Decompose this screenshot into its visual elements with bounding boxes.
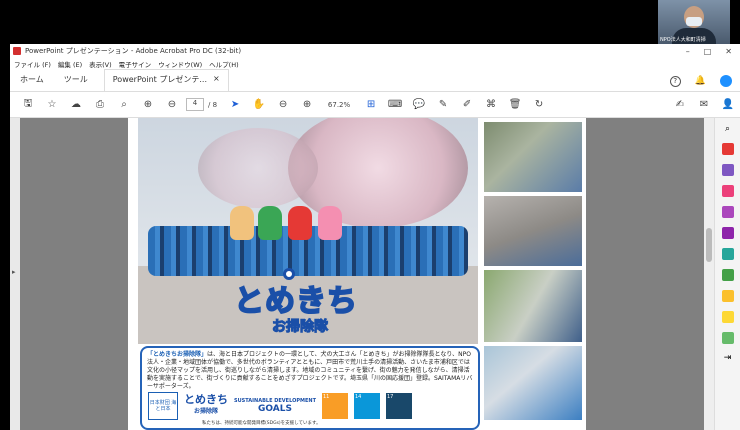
menu-esign[interactable]: 電子サイン	[119, 59, 152, 69]
zoom-out-icon[interactable]: ⊖	[271, 99, 295, 110]
bell-icon[interactable]: 🔔	[695, 76, 706, 86]
acrobat-icon	[13, 47, 21, 55]
video-thumbnail[interactable]: NPO法人大和町清掃	[658, 0, 730, 44]
fill-sign-icon[interactable]	[721, 227, 734, 239]
sdg-14-icon: 14	[353, 393, 380, 419]
tab-document[interactable]: PowerPoint プレゼンテ... ×	[103, 69, 229, 91]
sdgs-wordmark: SUSTAINABLE DEVELOPMENT GOALS	[234, 398, 316, 414]
expand-left-icon[interactable]: ▸	[12, 268, 16, 276]
minimize-icon[interactable]: –	[686, 47, 690, 56]
comment-tool-icon[interactable]	[721, 311, 734, 323]
page-up-icon[interactable]: ⊕	[136, 99, 160, 110]
stamp-icon[interactable]: ⌘	[479, 99, 503, 110]
page-number-input[interactable]: 4	[186, 98, 204, 111]
trash-icon[interactable]: 🗑	[503, 99, 527, 110]
zoom-search-icon[interactable]: ⌕	[112, 99, 136, 110]
mascot-4	[318, 206, 342, 240]
photo-cleanup-3	[484, 270, 582, 342]
bookmark-star-icon[interactable]: ☆	[40, 99, 64, 110]
side-photo-column	[484, 122, 582, 424]
save-icon[interactable]: 🖫	[16, 96, 40, 113]
collapse-pane-icon[interactable]: ⇥	[724, 353, 732, 363]
photo-cleanup-2	[484, 196, 582, 266]
create-pdf-icon[interactable]	[721, 143, 734, 155]
face-mask	[686, 17, 702, 26]
organize-pages-icon[interactable]	[721, 185, 734, 197]
window-title: PowerPoint プレゼンテーション - Adobe Acrobat Pro…	[25, 47, 242, 55]
main-group-photo: とめきち お掃除隊	[138, 118, 478, 344]
help-icon[interactable]: ?	[669, 75, 681, 87]
scrollbar-thumb[interactable]	[706, 228, 712, 262]
close-icon[interactable]: ✕	[725, 47, 732, 56]
project-info-box: 「とめきちお掃除隊」は、海と日本プロジェクトの一環として、犬の大工さん「とめきち…	[140, 346, 480, 430]
tomekichi-badge: とめきち お掃除隊	[184, 393, 228, 416]
edit-pdf-icon[interactable]	[721, 206, 734, 218]
toolbar: 🖫 ☆ ☁ ⎙ ⌕ ⊕ ⊖ 4 / 8 ➤ ✋ ⊖ ⊕ 67.2% ⊞ ⌨ 💬 …	[10, 92, 740, 118]
acrobat-window: PowerPoint プレゼンテーション - Adobe Acrobat Pro…	[10, 44, 740, 430]
sdg-11-icon: 11	[321, 393, 348, 419]
comment-icon[interactable]: 💬	[407, 99, 431, 110]
tools-pane: ⌕ ⇥	[714, 118, 740, 430]
maximize-icon[interactable]: □	[704, 47, 712, 56]
sponsor-badges: 日本財団 海と日本 とめきち お掃除隊 SUSTAINABLE DEVELOPM…	[148, 392, 412, 420]
protect-icon[interactable]	[721, 290, 734, 302]
export-pdf-icon[interactable]	[721, 248, 734, 260]
photo-cleanup-1	[484, 122, 582, 192]
select-cursor-icon[interactable]: ➤	[223, 99, 247, 110]
pdf-page: とめきち お掃除隊 「とめきちお掃除隊」は、海と日本プロジェクトの一環として、犬…	[128, 118, 586, 430]
vertical-scrollbar[interactable]	[704, 118, 714, 430]
sdg-17-icon: 17	[385, 393, 412, 419]
zoom-in-icon[interactable]: ⊕	[295, 99, 319, 110]
compress-icon[interactable]	[721, 269, 734, 281]
mail-icon[interactable]: ✉	[692, 99, 716, 110]
print-icon[interactable]: ⎙	[88, 99, 112, 110]
umi-to-nippon-badge: 日本財団 海と日本	[148, 392, 178, 420]
screen: NPO法人大和町清掃 PowerPoint プレゼンテーション - Adobe …	[0, 0, 740, 430]
sign-icon[interactable]: ✍	[668, 99, 692, 110]
highlight-icon[interactable]: ✐	[455, 99, 479, 110]
fit-page-icon[interactable]: ⊞	[359, 99, 383, 110]
document-area: ▸ とめきち お掃除隊 「とめきちお掃除隊」は、海と日本プロジェクトの一環として…	[10, 118, 740, 430]
menu-view[interactable]: 表示(V)	[89, 59, 112, 69]
participant-name: NPO法人大和町清掃	[660, 37, 706, 43]
tomekichi-logo: とめきち	[233, 283, 358, 320]
menu-help[interactable]: ヘルプ(H)	[209, 59, 238, 69]
tab-bar: ホーム ツール PowerPoint プレゼンテ... × ? 🔔	[10, 69, 740, 92]
share-user-icon[interactable]: 👤	[716, 99, 740, 110]
menu-edit[interactable]: 編集 (E)	[58, 59, 82, 69]
zoom-level[interactable]: 67.2%	[319, 101, 359, 109]
hand-icon[interactable]: ✋	[247, 99, 271, 110]
keyboard-icon[interactable]: ⌨	[383, 99, 407, 110]
page-down-icon[interactable]: ⊖	[160, 99, 184, 110]
tab-document-label: PowerPoint プレゼンテ...	[112, 75, 207, 84]
menu-file[interactable]: ファイル (F)	[14, 59, 51, 69]
sdgs-footer-note: 私たちは、持続可能な開発目標(SDGs)を支援しています。	[202, 421, 321, 426]
tab-tools[interactable]: ツール	[54, 74, 98, 91]
rotate-icon[interactable]: ↻	[527, 99, 551, 110]
title-bar: PowerPoint プレゼンテーション - Adobe Acrobat Pro…	[10, 44, 740, 58]
pen-icon[interactable]: ✎	[431, 99, 455, 110]
photo-cleanup-4	[484, 346, 582, 420]
cherry-tree-2	[198, 128, 318, 208]
search-zoom-icon[interactable]: ⌕	[725, 124, 730, 134]
more-tools-icon[interactable]	[721, 332, 734, 344]
upload-cloud-icon[interactable]: ☁	[64, 99, 88, 110]
mascot-2	[258, 206, 282, 240]
tab-close-icon[interactable]: ×	[213, 74, 220, 85]
mascot-3	[288, 206, 312, 240]
tab-home[interactable]: ホーム	[10, 74, 54, 91]
combine-files-icon[interactable]	[721, 164, 734, 176]
menu-window[interactable]: ウィンドウ(W)	[158, 59, 202, 69]
page-count: / 8	[208, 100, 218, 109]
account-icon[interactable]	[720, 75, 732, 87]
mascot-1	[230, 206, 254, 240]
tomekichi-logo-sub: お掃除隊	[272, 319, 329, 336]
project-description: 「とめきちお掃除隊」は、海と日本プロジェクトの一環として、犬の大工さん「とめきち…	[147, 351, 473, 390]
